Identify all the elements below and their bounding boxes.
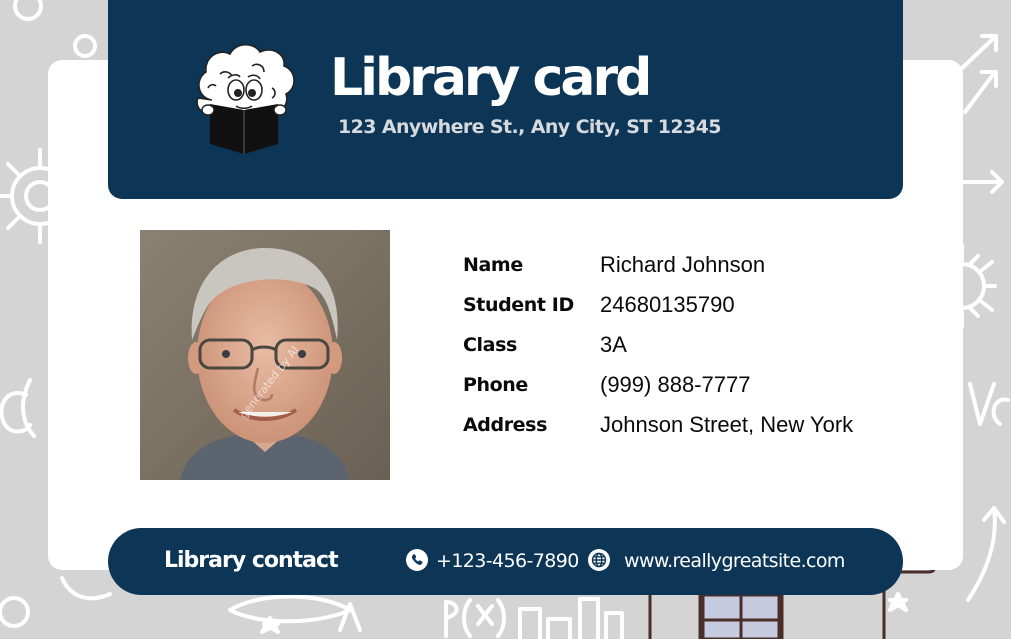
- contact-phone[interactable]: +123-456-7890: [436, 545, 579, 577]
- student-id-label: Student ID: [463, 294, 574, 316]
- globe-icon: [588, 549, 610, 571]
- address-value: Johnson Street, New York: [600, 412, 854, 437]
- contact-bar: Library contact +123-456-7890 www.really…: [108, 528, 903, 595]
- student-id-value: 24680135790: [600, 292, 735, 317]
- contact-website[interactable]: www.reallygreatsite.com: [624, 545, 845, 577]
- student-photo: generated by AI: [140, 230, 390, 480]
- name-label: Name: [463, 254, 523, 276]
- phone-icon: [406, 549, 428, 571]
- library-address: 123 Anywhere St., Any City, ST 12345: [338, 116, 721, 138]
- phone-value: (999) 888-7777: [600, 372, 751, 397]
- name-value: Richard Johnson: [600, 252, 766, 277]
- class-value: 3A: [600, 332, 627, 357]
- card-title: Library card: [330, 48, 652, 108]
- reading-brain-mascot-icon: [196, 44, 295, 154]
- class-label: Class: [463, 334, 517, 356]
- contact-title: Library contact: [164, 548, 339, 573]
- address-label: Address: [463, 414, 547, 436]
- phone-label: Phone: [463, 374, 528, 396]
